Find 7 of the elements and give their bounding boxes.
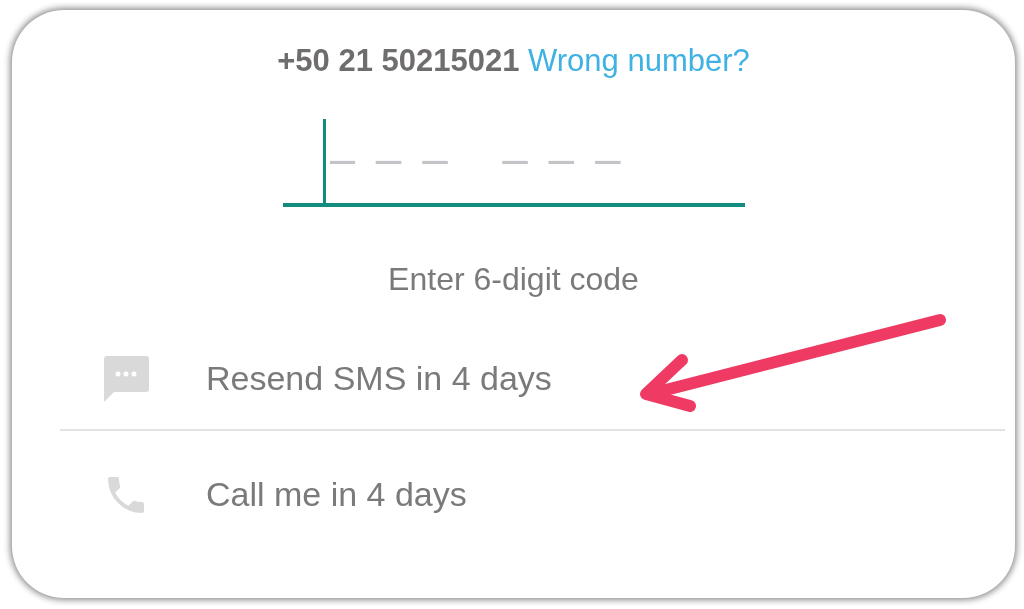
resend-sms-option[interactable]: Resend SMS in 4 days — [206, 353, 552, 404]
call-me-option[interactable]: Call me in 4 days — [206, 469, 467, 520]
code-input-field[interactable]: – – – – – – — [325, 124, 706, 193]
hint-text: Enter 6-digit code — [388, 259, 639, 299]
wrong-number-link[interactable]: Wrong number? — [528, 43, 750, 78]
message-icon — [102, 353, 150, 404]
phone-number: +50 21 50215021 — [277, 43, 520, 78]
